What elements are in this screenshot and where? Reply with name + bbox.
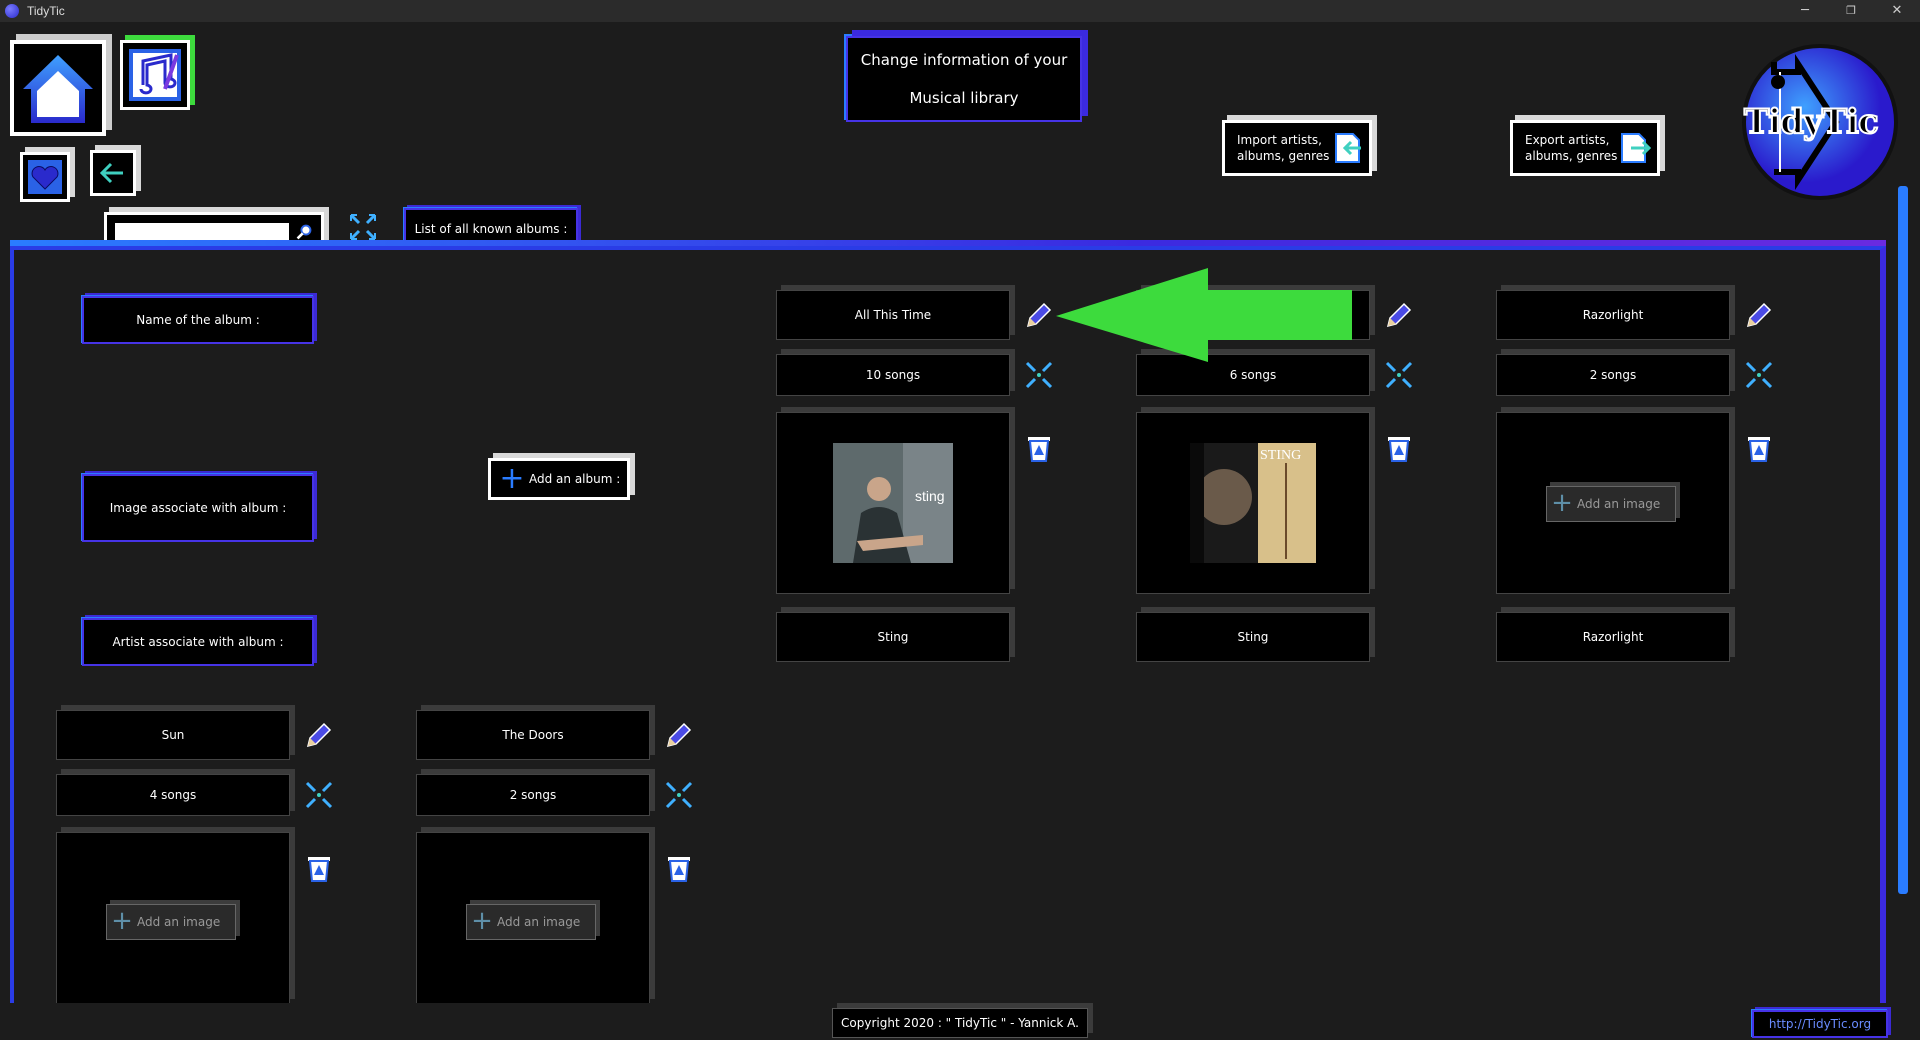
close-button[interactable]: ✕: [1874, 0, 1920, 22]
album-songs-1: 10 songs: [776, 354, 1010, 396]
album-cover-2: STING: [1136, 412, 1370, 594]
expand-icon: [1385, 361, 1413, 389]
search-input[interactable]: [115, 223, 289, 241]
album-artist-3: Razorlight: [1496, 612, 1730, 662]
delete-album-button[interactable]: [304, 852, 334, 882]
album-name-label: Name of the album :: [82, 296, 314, 344]
expand-album-button[interactable]: [664, 780, 694, 810]
album-cover-image: sting: [833, 443, 953, 563]
website-link[interactable]: http://TidyTic.org: [1752, 1010, 1888, 1038]
green-arrow-annotation: [1056, 268, 1352, 362]
edit-icon: [1026, 302, 1052, 328]
home-button[interactable]: [10, 40, 106, 136]
plus-icon: +: [111, 906, 133, 936]
add-image-button[interactable]: + Add an image: [1546, 486, 1676, 522]
expand-search-button[interactable]: [348, 212, 378, 242]
trash-icon: [1028, 437, 1050, 462]
app-icon: [5, 4, 19, 18]
album-name-5: The Doors: [416, 710, 650, 760]
import-label: Import artists, albums, genres: [1237, 133, 1330, 163]
title-bar: TidyTic ─ ❐ ✕: [0, 0, 1920, 22]
edit-icon: [1386, 302, 1412, 328]
logo-text: TidyTic: [1743, 101, 1880, 143]
album-image-label: Image associate with album :: [82, 474, 314, 542]
edit-icon: [1746, 302, 1772, 328]
add-album-label: Add an album :: [529, 472, 621, 486]
window-title: TidyTic: [27, 4, 65, 18]
export-button[interactable]: Export artists, albums, genres: [1510, 120, 1660, 176]
album-cover-image: STING: [1190, 443, 1316, 563]
album-songs-3: 2 songs: [1496, 354, 1730, 396]
cover-text-1: sting: [915, 488, 945, 504]
expand-album-button[interactable]: [1384, 360, 1414, 390]
edit-album-button[interactable]: [1024, 300, 1054, 330]
expand-icon: [1025, 361, 1053, 389]
expand-icon: [349, 213, 377, 241]
album-name-3: Razorlight: [1496, 290, 1730, 340]
vertical-scrollbar[interactable]: [1898, 186, 1908, 894]
album-name-1: All This Time: [776, 290, 1010, 340]
page-title-line2: Musical library: [909, 89, 1019, 107]
expand-album-button[interactable]: [1744, 360, 1774, 390]
trash-icon: [1748, 437, 1770, 462]
album-name-4: Sun: [56, 710, 290, 760]
music-note-icon: [129, 49, 181, 101]
restore-button[interactable]: ❐: [1828, 0, 1874, 22]
album-songs-5: 2 songs: [416, 774, 650, 816]
expand-album-button[interactable]: [304, 780, 334, 810]
add-album-button[interactable]: + Add an album :: [488, 458, 630, 500]
delete-album-button[interactable]: [664, 852, 694, 882]
minimize-button[interactable]: ─: [1782, 0, 1828, 22]
expand-album-button[interactable]: [1024, 360, 1054, 390]
albums-list-tab-label: List of all known albums :: [414, 222, 568, 236]
album-artist-1: Sting: [776, 612, 1010, 662]
delete-album-button[interactable]: [1384, 432, 1414, 462]
back-button[interactable]: [90, 150, 136, 196]
edit-album-button[interactable]: [1384, 300, 1414, 330]
plus-icon: +: [1551, 488, 1573, 518]
delete-album-button[interactable]: [1744, 432, 1774, 462]
expand-icon: [665, 781, 693, 809]
edit-icon: [306, 722, 332, 748]
plus-icon: +: [499, 461, 525, 496]
music-edit-button[interactable]: [120, 40, 190, 110]
add-image-button[interactable]: + Add an image: [466, 904, 596, 940]
cover-text-2: STING: [1260, 448, 1301, 463]
trash-icon: [308, 857, 330, 882]
album-artist-label: Artist associate with album :: [82, 618, 314, 666]
trash-icon: [1388, 437, 1410, 462]
import-icon: [1335, 133, 1361, 163]
album-cover-1: sting: [776, 412, 1010, 594]
add-image-button[interactable]: + Add an image: [106, 904, 236, 940]
page-title-line1: Change information of your: [860, 51, 1068, 69]
expand-icon: [1745, 361, 1773, 389]
export-label: Export artists, albums, genres: [1525, 133, 1618, 163]
export-icon: [1621, 133, 1651, 163]
edit-album-button[interactable]: [304, 720, 334, 750]
edit-album-button[interactable]: [1744, 300, 1774, 330]
trash-icon: [668, 857, 690, 882]
favorites-button[interactable]: [20, 152, 70, 202]
plus-icon: +: [471, 906, 493, 936]
home-icon: [23, 55, 93, 123]
expand-icon: [305, 781, 333, 809]
delete-album-button[interactable]: [1024, 432, 1054, 462]
page-title: Change information of your Musical libra…: [846, 36, 1082, 122]
import-button[interactable]: Import artists, albums, genres: [1222, 120, 1372, 176]
back-arrow-icon: [99, 162, 123, 184]
album-songs-4: 4 songs: [56, 774, 290, 816]
edit-album-button[interactable]: [664, 720, 694, 750]
edit-icon: [666, 722, 692, 748]
copyright-text: Copyright 2020 : " TidyTic " - Yannick A…: [832, 1008, 1088, 1038]
album-artist-2: Sting: [1136, 612, 1370, 662]
heart-icon: [28, 160, 62, 194]
tidytic-logo: TidyTic: [1740, 42, 1900, 202]
